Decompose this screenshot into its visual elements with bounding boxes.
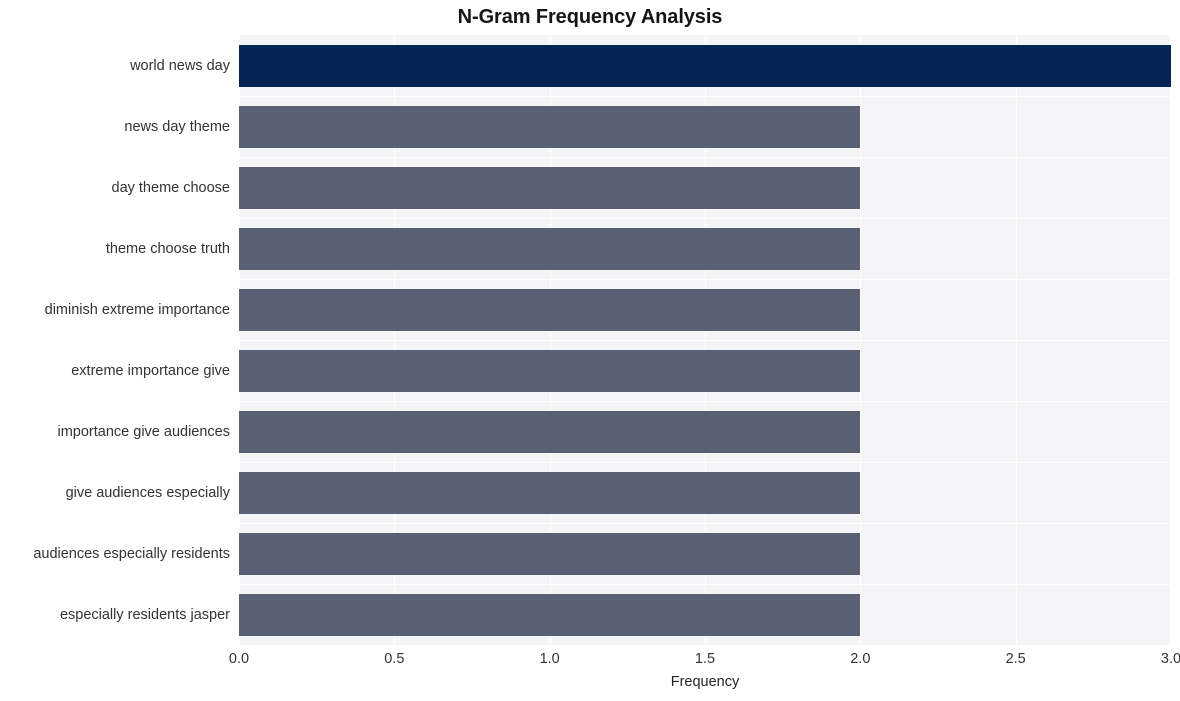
plot-area xyxy=(239,35,1171,645)
gridline-horizontal xyxy=(239,462,1171,463)
x-tick-label: 1.5 xyxy=(694,651,716,667)
bar xyxy=(239,411,861,453)
gridline-horizontal xyxy=(239,218,1171,219)
gridline-horizontal xyxy=(239,96,1171,97)
y-tick-label: day theme choose xyxy=(111,180,231,196)
bar xyxy=(239,106,861,148)
gridline-horizontal xyxy=(239,340,1171,341)
gridline-horizontal xyxy=(239,523,1171,524)
y-tick-label: audiences especially residents xyxy=(33,546,230,562)
y-axis-tick-labels: world news day news day theme day theme ch… xyxy=(0,35,239,645)
bar xyxy=(239,594,861,636)
gridline-horizontal xyxy=(239,279,1171,280)
y-tick-label: news day theme xyxy=(124,119,230,135)
x-tick-label: 2.0 xyxy=(850,651,871,667)
chart-figure: N-Gram Frequency Analysis world news day… xyxy=(0,0,1180,701)
bar xyxy=(239,45,1171,87)
y-tick-label: world news day xyxy=(130,58,230,74)
y-tick-label: theme choose truth xyxy=(105,241,230,257)
x-tick-label: 0.0 xyxy=(228,651,250,667)
chart-title: N-Gram Frequency Analysis xyxy=(457,6,723,28)
bar xyxy=(239,350,861,392)
x-tick-label: 1.0 xyxy=(539,651,560,667)
bar xyxy=(239,289,861,331)
y-tick-label: give audiences especially xyxy=(65,485,230,501)
bar xyxy=(239,167,861,209)
bar xyxy=(239,228,861,270)
x-tick-label: 0.5 xyxy=(384,651,405,667)
x-axis-label: Frequency xyxy=(670,674,740,690)
x-tick-label: 2.5 xyxy=(1005,651,1026,667)
y-tick-label: extreme importance give xyxy=(71,363,230,379)
gridline-horizontal xyxy=(239,157,1171,158)
y-tick-label: especially residents jasper xyxy=(59,607,230,623)
x-tick-label: 3.0 xyxy=(1160,651,1180,667)
gridline-horizontal xyxy=(239,401,1171,402)
bar xyxy=(239,533,861,575)
gridline-horizontal xyxy=(239,584,1171,585)
y-tick-label: importance give audiences xyxy=(57,424,231,440)
bar xyxy=(239,472,861,514)
x-axis-tick-labels: 0.0 0.5 1.0 1.5 2.0 2.5 3.0 xyxy=(229,645,1180,671)
y-tick-label: diminish extreme importance xyxy=(44,302,230,318)
